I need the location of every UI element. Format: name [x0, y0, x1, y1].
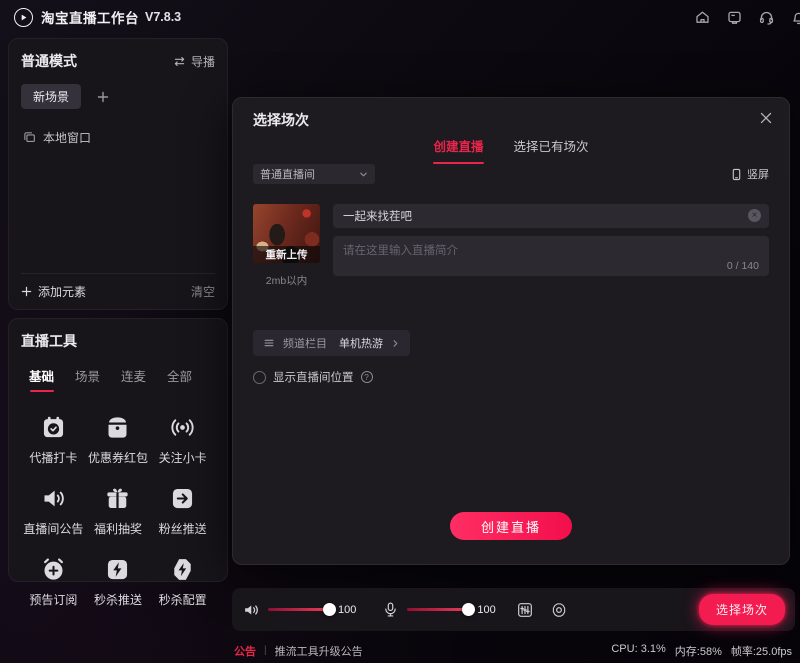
tab-create-live[interactable]: 创建直播	[433, 136, 483, 164]
live-tools-panel: 直播工具 基础 场景 连麦 全部 代播打卡 优惠券红包	[8, 318, 228, 582]
stream-control-bar: 100 100 选择场次	[232, 588, 795, 631]
select-session-modal: 选择场次 创建直播 选择已有场次 普通直播间 竖屏	[232, 97, 790, 565]
console-icon[interactable]	[726, 9, 743, 26]
add-scene-button[interactable]	[97, 91, 109, 103]
calendar-check-icon	[38, 412, 68, 442]
tools-panel-title: 直播工具	[21, 331, 77, 351]
microphone-icon[interactable]	[382, 601, 399, 618]
coupon-icon	[103, 412, 133, 442]
cover-image[interactable]: 重新上传	[253, 204, 320, 263]
category-selector[interactable]: 频道栏目 单机热游	[253, 330, 410, 356]
cpu-stat: CPU: 3.1%	[611, 643, 665, 659]
swap-icon	[173, 56, 186, 67]
room-type-select[interactable]: 普通直播间	[253, 164, 375, 184]
modal-title: 选择场次	[253, 110, 309, 130]
alarm-plus-icon	[38, 554, 68, 584]
notice-tag: 公告	[234, 643, 256, 659]
category-label: 频道栏目	[283, 335, 327, 351]
clear-input-icon[interactable]: ×	[748, 209, 761, 222]
volume-value: 100	[338, 604, 356, 616]
mic-volume-slider[interactable]	[407, 603, 473, 616]
tab-existing-session[interactable]: 选择已有场次	[514, 136, 589, 164]
director-mode-button[interactable]: 导播	[173, 53, 215, 70]
fps-stat: 帧率:25.0fps	[731, 643, 792, 659]
char-counter: 0 / 140	[727, 260, 759, 272]
tool-fan-push[interactable]: 粉丝推送	[150, 483, 215, 537]
app-logo-icon	[14, 8, 33, 27]
tool-checkin[interactable]: 代播打卡	[21, 412, 86, 466]
window-icon	[23, 131, 36, 144]
show-location-radio[interactable]	[253, 371, 266, 384]
volume-slider-handle[interactable]	[323, 603, 336, 616]
layer-label: 本地窗口	[43, 129, 91, 146]
category-value: 单机热游	[339, 335, 383, 351]
push-arrow-icon	[168, 483, 198, 513]
tool-preview-subscribe[interactable]: 预告订阅	[21, 554, 86, 608]
chevron-right-icon	[391, 339, 400, 348]
clear-button[interactable]: 清空	[191, 283, 215, 300]
gift-icon	[103, 483, 133, 513]
tool-announcement[interactable]: 直播间公告	[21, 483, 86, 537]
tab-basic[interactable]: 基础	[29, 366, 54, 392]
title-bar: 淘宝直播工作台 V7.8.3	[0, 0, 800, 34]
close-icon[interactable]	[759, 111, 773, 125]
help-icon[interactable]: ?	[361, 371, 373, 383]
mic-volume-value: 100	[477, 604, 495, 616]
speaker-volume-icon[interactable]	[242, 601, 260, 619]
volume-slider[interactable]	[268, 603, 334, 616]
phone-portrait-icon	[731, 168, 742, 181]
scene-panel: 普通模式 导播 新场景 本地窗口 添加元素 清空	[8, 38, 228, 310]
settings-gear-icon[interactable]	[550, 601, 568, 619]
perf-stats: CPU: 3.1% 内存:58% 帧率:25.0fps	[611, 643, 792, 659]
home-icon[interactable]	[694, 9, 711, 26]
mic-slider-handle[interactable]	[462, 603, 475, 616]
broadcast-icon	[168, 412, 198, 442]
create-live-button[interactable]: 创建直播	[450, 512, 572, 540]
app-title: 淘宝直播工作台	[41, 7, 139, 27]
list-icon	[263, 337, 275, 349]
reupload-button[interactable]: 重新上传	[253, 246, 320, 263]
chevron-down-icon	[359, 170, 368, 179]
modal-tabs: 创建直播 选择已有场次	[233, 136, 789, 164]
add-element-button[interactable]: 添加元素	[21, 283, 86, 300]
flash-gear-icon	[168, 554, 198, 584]
header-actions	[694, 0, 800, 34]
app-version: V7.8.3	[145, 10, 181, 24]
plus-icon	[97, 91, 109, 103]
status-bar: 公告 | 推流工具升级公告 CPU: 3.1% 内存:58% 帧率:25.0fp…	[0, 638, 800, 663]
flash-square-icon	[103, 554, 133, 584]
notice-text[interactable]: 推流工具升级公告	[275, 643, 363, 659]
scene-tab-new[interactable]: 新场景	[21, 84, 81, 109]
app-window: 淘宝直播工作台 V7.8.3 普通模式 导播 新场景	[0, 0, 800, 663]
show-location-label: 显示直播间位置	[273, 369, 354, 385]
memory-stat: 内存:58%	[675, 643, 722, 659]
tab-scene[interactable]: 场景	[75, 366, 100, 392]
bell-icon[interactable]	[790, 9, 800, 26]
speaker-icon	[38, 483, 68, 513]
headset-icon[interactable]	[758, 9, 775, 26]
layer-item-local-window[interactable]: 本地窗口	[21, 129, 215, 146]
tool-flash-push[interactable]: 秒杀推送	[86, 554, 151, 608]
tool-flash-config[interactable]: 秒杀配置	[150, 554, 215, 608]
upload-hint: 2mb以内	[253, 273, 320, 288]
divider: |	[264, 645, 267, 656]
tab-all[interactable]: 全部	[167, 366, 192, 392]
live-desc-textarea[interactable]	[333, 236, 769, 262]
tool-coupon[interactable]: 优惠券红包	[86, 412, 151, 466]
tab-connect[interactable]: 连麦	[121, 366, 146, 392]
tool-lottery[interactable]: 福利抽奖	[86, 483, 151, 537]
tools-grid: 代播打卡 优惠券红包 关注小卡 直播间公告	[21, 412, 215, 608]
plus-icon	[21, 286, 32, 297]
orientation-toggle[interactable]: 竖屏	[731, 166, 769, 182]
live-title-input[interactable]	[333, 204, 769, 228]
scene-panel-title: 普通模式	[21, 51, 77, 71]
tools-tabs: 基础 场景 连麦 全部	[21, 366, 215, 392]
mixer-icon[interactable]	[516, 601, 534, 619]
select-session-button[interactable]: 选择场次	[699, 594, 785, 625]
tool-follow-card[interactable]: 关注小卡	[150, 412, 215, 466]
